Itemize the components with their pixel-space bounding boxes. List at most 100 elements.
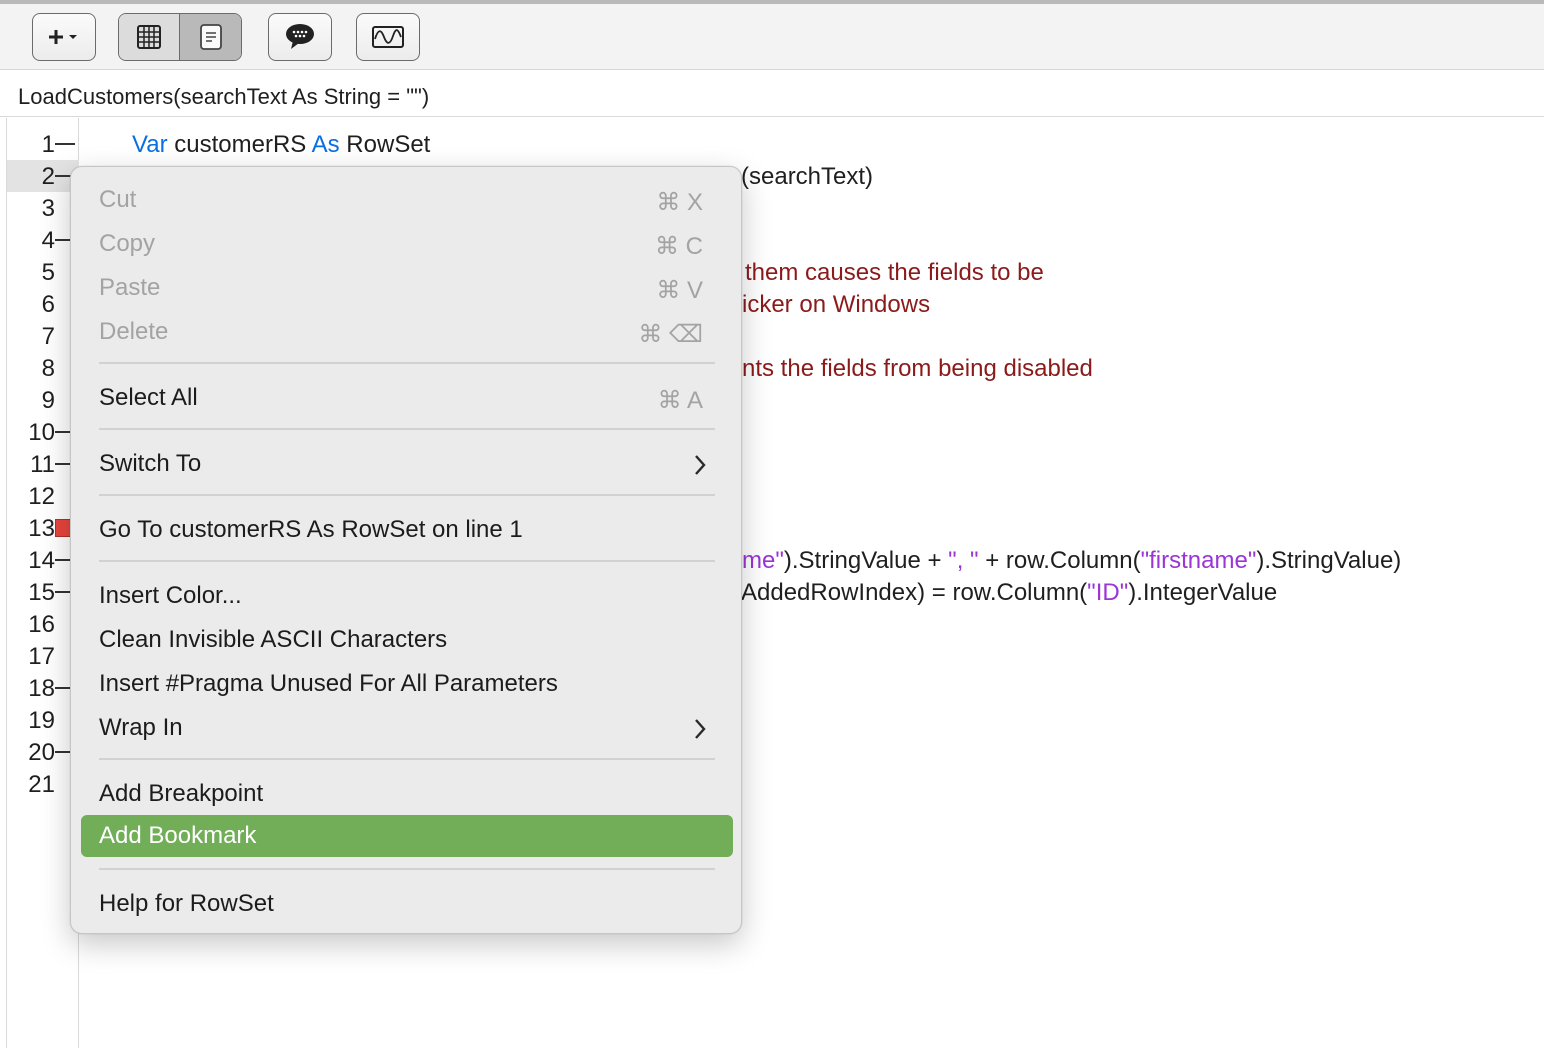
gutter-line[interactable]: 1 [7,128,79,160]
profiler-button[interactable] [356,13,420,61]
code-text: customerRS [167,131,312,158]
line-number: 11 [30,451,55,478]
keyword: Var [132,131,168,158]
context-menu: Cut ⌘ X Copy ⌘ C Paste ⌘ V Delete ⌘ ⌫ Se… [70,166,742,934]
menu-item-label: Add Bookmark [99,822,257,849]
line-number: 6 [41,291,55,318]
gutter-line[interactable]: 14 [7,544,79,576]
gutter-line[interactable]: 10 [7,416,79,448]
shortcut-label: ⌘ ⌫ [638,321,703,348]
gutter-line[interactable]: 12 [7,480,79,512]
gutter-line[interactable]: 8 [7,352,79,384]
code-text: ).IntegerValue [1128,579,1278,606]
shortcut-label: ⌘ V [656,277,703,304]
gutter-line[interactable]: 7 [7,320,79,352]
gutter-line[interactable]: 15 [7,576,79,608]
breakpoint-marker[interactable] [55,519,71,537]
line-number: 15 [28,579,55,606]
shortcut-label: ⌘ C [655,233,703,260]
code-comment-6: icker on Windows [742,291,931,318]
gutter-line[interactable]: 18 [7,672,79,704]
gutter-line[interactable]: 9 [7,384,79,416]
comment-button[interactable] [268,13,332,61]
string-literal: ", " [948,547,979,574]
toolbar [0,0,1544,70]
gutter-line[interactable]: 3 [7,192,79,224]
menu-item-help[interactable]: Help for RowSet [81,883,733,925]
gutter-line[interactable]: 5 [7,256,79,288]
menu-item-clean-ascii[interactable]: Clean Invisible ASCII Characters [81,619,733,661]
keyword: As [311,131,340,158]
gutter-line[interactable]: 16 [7,608,79,640]
line-number: 3 [41,195,55,222]
menu-item-label: Help for RowSet [99,890,274,917]
gutter-line[interactable]: 19 [7,704,79,736]
menu-item-select-all[interactable]: Select All ⌘ A [81,377,733,419]
code-line-14: me").StringValue + ", " + row.Column("fi… [742,547,1401,575]
menu-item-label: Cut [99,186,137,213]
shortcut-label: ⌘ A [657,387,703,414]
menu-item-paste[interactable]: Paste ⌘ V [81,267,733,309]
chevron-right-icon [695,719,706,739]
menu-item-label: Delete [99,318,169,345]
menu-item-label: Insert #Pragma Unused For All Parameters [99,670,558,697]
menu-item-switch-to[interactable]: Switch To [81,443,733,485]
menu-item-copy[interactable]: Copy ⌘ C [81,223,733,265]
menu-item-label: Add Breakpoint [99,780,264,807]
menu-item-label: Copy [99,230,156,257]
menu-separator [99,758,715,760]
menu-item-add-breakpoint[interactable]: Add Breakpoint [81,773,733,815]
line-number: 8 [41,355,55,382]
menu-separator [99,868,715,870]
code-comment-5: them causes the fields to be [745,259,1044,286]
code-text: RowSet [339,131,431,158]
menu-item-label: Paste [99,274,161,301]
gutter-line[interactable]: 11 [7,448,79,480]
menu-separator [99,428,715,430]
menu-item-insert-color[interactable]: Insert Color... [81,575,733,617]
line-number: 1 [41,131,55,158]
code-text: ).StringValue + [783,547,949,574]
line-number: 20 [28,739,55,766]
menu-item-cut[interactable]: Cut ⌘ X [81,179,733,221]
code-line-15: AddedRowIndex) = row.Column("ID").Intege… [741,579,1277,607]
gutter-line[interactable]: 6 [7,288,79,320]
gutter-line[interactable]: 20 [7,736,79,768]
menu-separator [99,494,715,496]
menu-item-go-to[interactable]: Go To customerRS As RowSet on line 1 [81,509,733,551]
menu-item-label: Select All [99,384,198,411]
menu-item-label: Go To customerRS As RowSet on line 1 [99,516,523,543]
plus-dropdown-icon [49,30,77,44]
code-line-2: (searchText) [741,163,874,190]
menu-item-insert-pragma[interactable]: Insert #Pragma Unused For All Parameters [81,663,733,705]
gutter-line[interactable]: 13 [7,512,79,544]
code-text: ).StringValue) [1256,547,1402,574]
line-marker [55,143,75,145]
menu-item-label: Wrap In [99,714,183,741]
line-number-gutter[interactable]: 1 2 3 4 5 6 7 8 9 10 11 12 13 14 15 16 1… [6,118,79,1048]
gutter-line[interactable]: 4 [7,224,79,256]
method-signature[interactable]: LoadCustomers(searchText As String = "") [0,71,1544,117]
string-literal: "ID" [1087,579,1129,606]
line-number: 9 [41,387,55,414]
menu-item-label: Switch To [99,450,202,477]
menu-item-add-bookmark[interactable]: Add Bookmark [81,815,733,857]
add-item-button[interactable] [32,13,96,61]
gutter-line[interactable]: 2 [7,160,79,192]
line-number: 13 [28,515,55,542]
table-grid-icon [137,25,161,49]
line-number: 4 [41,227,55,254]
code-text: + row.Column( [978,547,1141,574]
chevron-right-icon [695,455,706,475]
line-number: 5 [41,259,55,286]
gutter-line[interactable]: 21 [7,768,79,800]
gutter-line[interactable]: 17 [7,640,79,672]
line-number: 12 [28,483,55,510]
code-view-button[interactable] [180,14,241,60]
menu-item-label: Insert Color... [99,582,242,609]
line-number: 18 [28,675,55,702]
menu-item-wrap-in[interactable]: Wrap In [81,707,733,749]
menu-item-delete[interactable]: Delete ⌘ ⌫ [81,311,733,353]
waveform-icon [372,26,404,48]
table-view-button[interactable] [119,14,181,60]
